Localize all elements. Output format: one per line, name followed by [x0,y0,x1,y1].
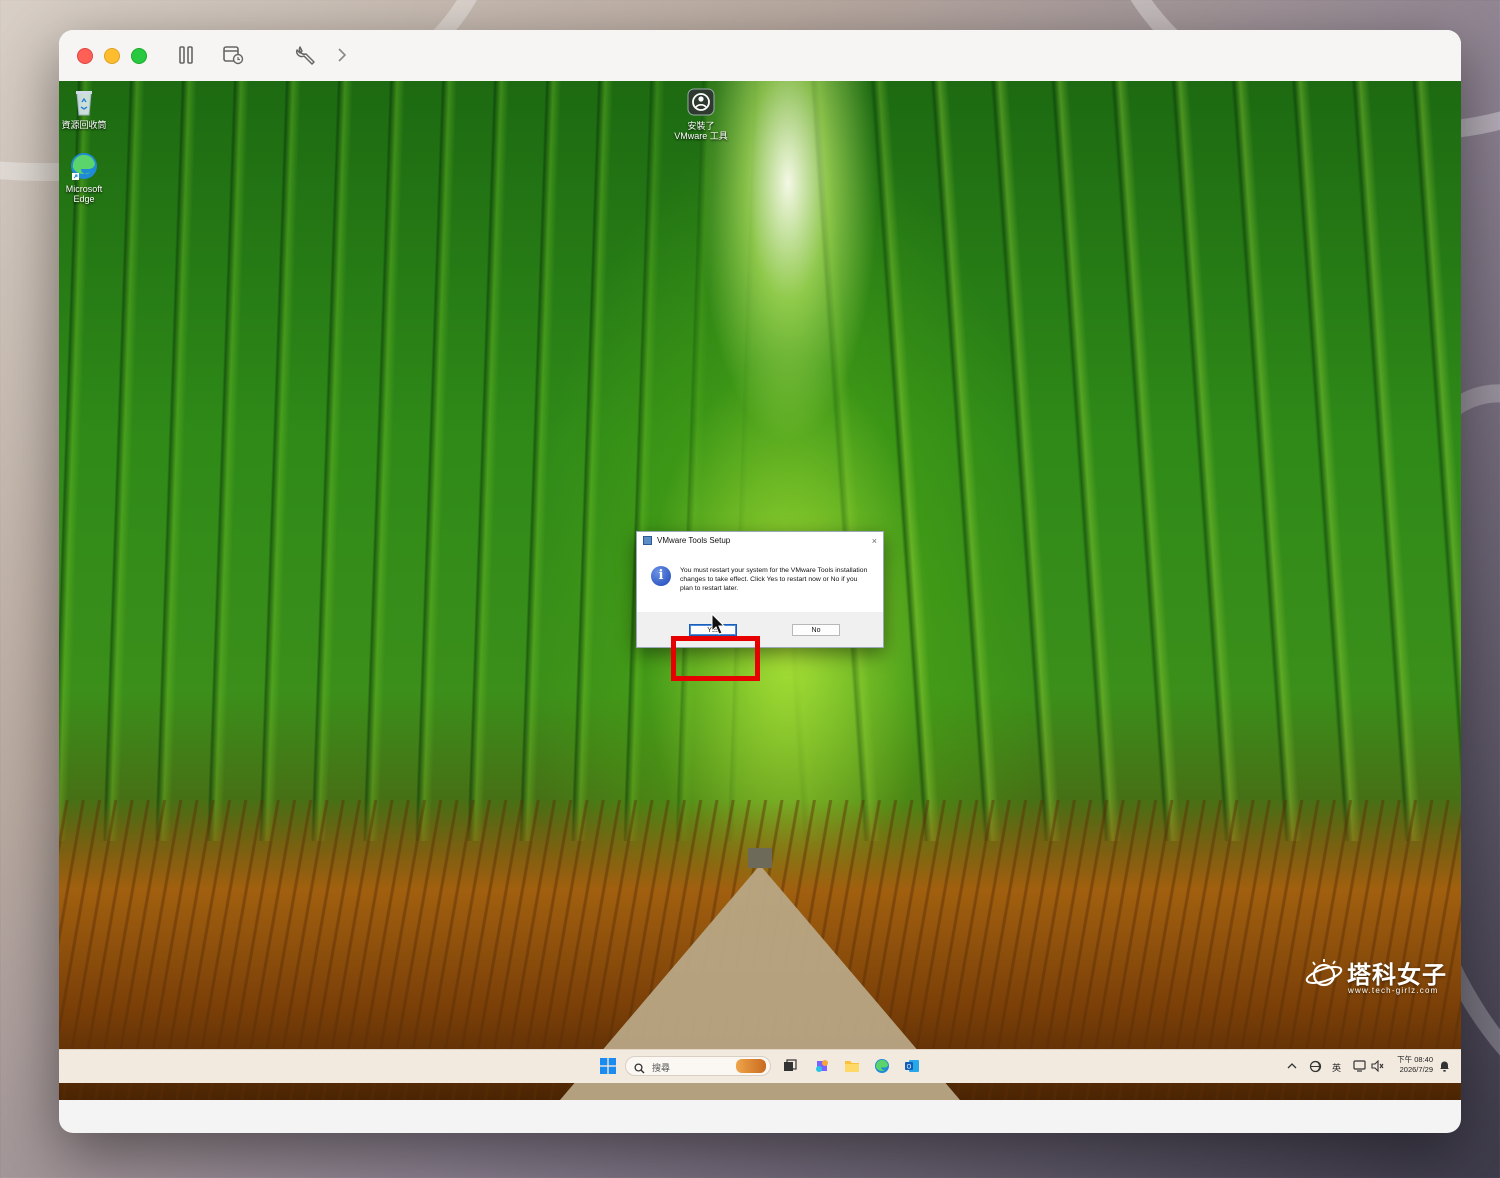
desktop-icon-label: 資源回收筒 [61,120,107,130]
dialog-message: You must restart your system for the VMw… [680,567,868,592]
windows-desktop: 資源回收筒 Microsoft Edge 安裝了 VMware 工具 VMwar… [59,81,1461,1100]
display-tray-icon[interactable] [1351,1057,1367,1075]
vmware-app-icon [643,536,652,545]
search-highlight-icon [736,1059,766,1073]
copilot-icon[interactable] [813,1057,831,1075]
input-language-indicator[interactable]: 英 [1332,1061,1341,1074]
desktop-icon-label: 安裝了 VMware 工具 [674,121,728,141]
chevron-up-icon[interactable] [1285,1057,1299,1075]
dialog-title: VMware Tools Setup [657,536,731,545]
wrench-icon[interactable] [293,42,319,68]
vm-toolbar [59,30,1461,82]
desktop-icon-recycle-bin[interactable]: 資源回收筒 [59,87,113,130]
taskbar-clock[interactable]: 下午 08:40 2026/7/29 [1393,1055,1433,1075]
search-placeholder: 搜尋 [652,1063,671,1073]
network-tray-icon[interactable] [1307,1057,1323,1075]
watermark-title: 塔科女子 [1347,962,1447,989]
desktop-icon-label: Microsoft Edge [65,184,103,204]
zoom-window-button[interactable] [131,48,147,64]
speaker-muted-icon[interactable] [1369,1057,1385,1075]
windows-start-icon[interactable] [599,1057,617,1075]
dialog-close-button[interactable]: × [872,532,877,550]
clock-time: 下午 08:40 [1397,1055,1433,1064]
file-explorer-icon[interactable] [843,1057,861,1075]
planet-logo-icon [1305,958,1343,990]
recycle-bin-icon [69,87,99,117]
desktop-icon-vmware-tools[interactable]: 安裝了 VMware 工具 [672,88,730,141]
taskbar-search-box[interactable]: 搜尋 [625,1056,771,1076]
edge-icon [69,151,99,181]
close-window-button[interactable] [77,48,93,64]
edge-taskbar-icon[interactable] [873,1057,891,1075]
vm-window: 資源回收筒 Microsoft Edge 安裝了 VMware 工具 VMwar… [59,30,1461,1133]
clock-date: 2026/7/29 [1399,1065,1433,1074]
vmware-tools-setup-dialog: VMware Tools Setup × i You must restart … [636,531,884,648]
notification-bell-icon[interactable] [1437,1057,1451,1075]
wallpaper-people [748,848,772,868]
task-view-icon[interactable] [781,1057,799,1075]
chevron-right-icon[interactable] [329,42,355,68]
outlook-icon[interactable]: O [903,1057,921,1075]
info-icon: i [651,566,671,586]
yes-button-highlight-box [671,636,760,681]
windows-taskbar: 搜尋 O 英 下午 08:40 2026/7/29 [59,1049,1461,1083]
wallpaper-bamboo-right [59,81,1461,841]
pause-icon[interactable] [173,42,199,68]
dialog-titlebar: VMware Tools Setup × [637,532,883,550]
dialog-body: i You must restart your system for the V… [637,550,883,612]
vmware-tools-shortcut-icon [686,88,716,118]
desktop-icon-edge[interactable]: Microsoft Edge [59,151,113,204]
watermark-url: www.tech-girlz.com [1348,986,1439,995]
snapshot-icon[interactable] [220,42,246,68]
svg-text:O: O [907,1065,912,1071]
minimize-window-button[interactable] [104,48,120,64]
search-icon [634,1061,645,1079]
no-button[interactable]: No [792,624,840,636]
